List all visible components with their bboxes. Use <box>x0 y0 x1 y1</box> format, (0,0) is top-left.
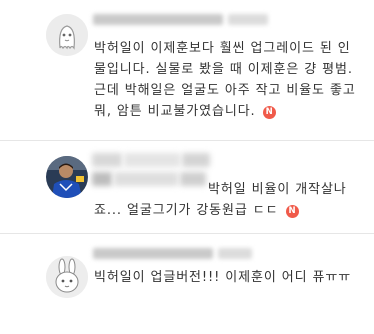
comment-line: 빅허일이 업글버전!!! 이제훈이 어디 퓨ㅠㅠ <box>94 270 352 285</box>
comment-line: 뭐, 암튼 비교불가였습니다. N <box>94 101 356 122</box>
comment-line: 근데 박해일은 얼굴도 아주 작고 비율도 좋고 <box>94 83 356 98</box>
comment-line: 박허일이 이제훈보다 훨씬 업그레이드 된 인 <box>94 41 351 56</box>
comment-line-text: 죠... 얼굴그기가 강동원급 ㄷㄷ <box>94 203 279 218</box>
blurred-username <box>92 153 122 167</box>
blurred-username <box>93 248 213 259</box>
blurred-username <box>228 14 268 25</box>
comment-item: 빅허일이 업글버전!!! 이제훈이 어디 퓨ㅠㅠ <box>0 234 374 334</box>
new-badge: N <box>285 205 299 218</box>
bunny-doodle-icon <box>46 256 88 298</box>
bunny-doodle-avatar[interactable] <box>46 256 88 298</box>
comment-line: 물입니다. 실물로 봤을 때 이제훈은 걍 평범. <box>94 62 353 77</box>
comment-item: 박허일 비율이 개작살나 죠... 얼굴그기가 강동원급 ㄷㄷ N <box>0 141 374 233</box>
blurred-username <box>182 153 210 167</box>
comment-text: 박허일 비율이 개작살나 죠... 얼굴그기가 강동원급 ㄷㄷ N <box>94 179 347 221</box>
blurred-username <box>124 153 180 167</box>
ghost-doodle-icon <box>46 14 88 56</box>
ghost-doodle-avatar[interactable] <box>46 14 88 56</box>
comment-line: 죠... 얼굴그기가 강동원급 ㄷㄷ N <box>94 200 347 221</box>
comment-item: 박허일이 이제훈보다 훨씬 업그레이드 된 인 물입니다. 실물로 봤을 때 이… <box>0 0 374 140</box>
soccer-player-photo-icon <box>46 156 88 198</box>
new-badge: N <box>262 106 276 119</box>
blurred-username <box>93 14 223 25</box>
comment-text: 빅허일이 업글버전!!! 이제훈이 어디 퓨ㅠㅠ <box>94 267 351 288</box>
blurred-username <box>218 248 252 259</box>
soccer-player-photo-avatar[interactable] <box>46 156 88 198</box>
comment-text: 박허일이 이제훈보다 훨씬 업그레이드 된 인 물입니다. 실물로 봤을 때 이… <box>94 38 356 122</box>
comment-line-text: 박허일 비율이 개작살나 <box>208 182 347 197</box>
comment-line: 박허일 비율이 개작살나 <box>94 179 347 200</box>
comment-line-text: 뭐, 암튼 비교불가였습니다. <box>94 104 256 119</box>
